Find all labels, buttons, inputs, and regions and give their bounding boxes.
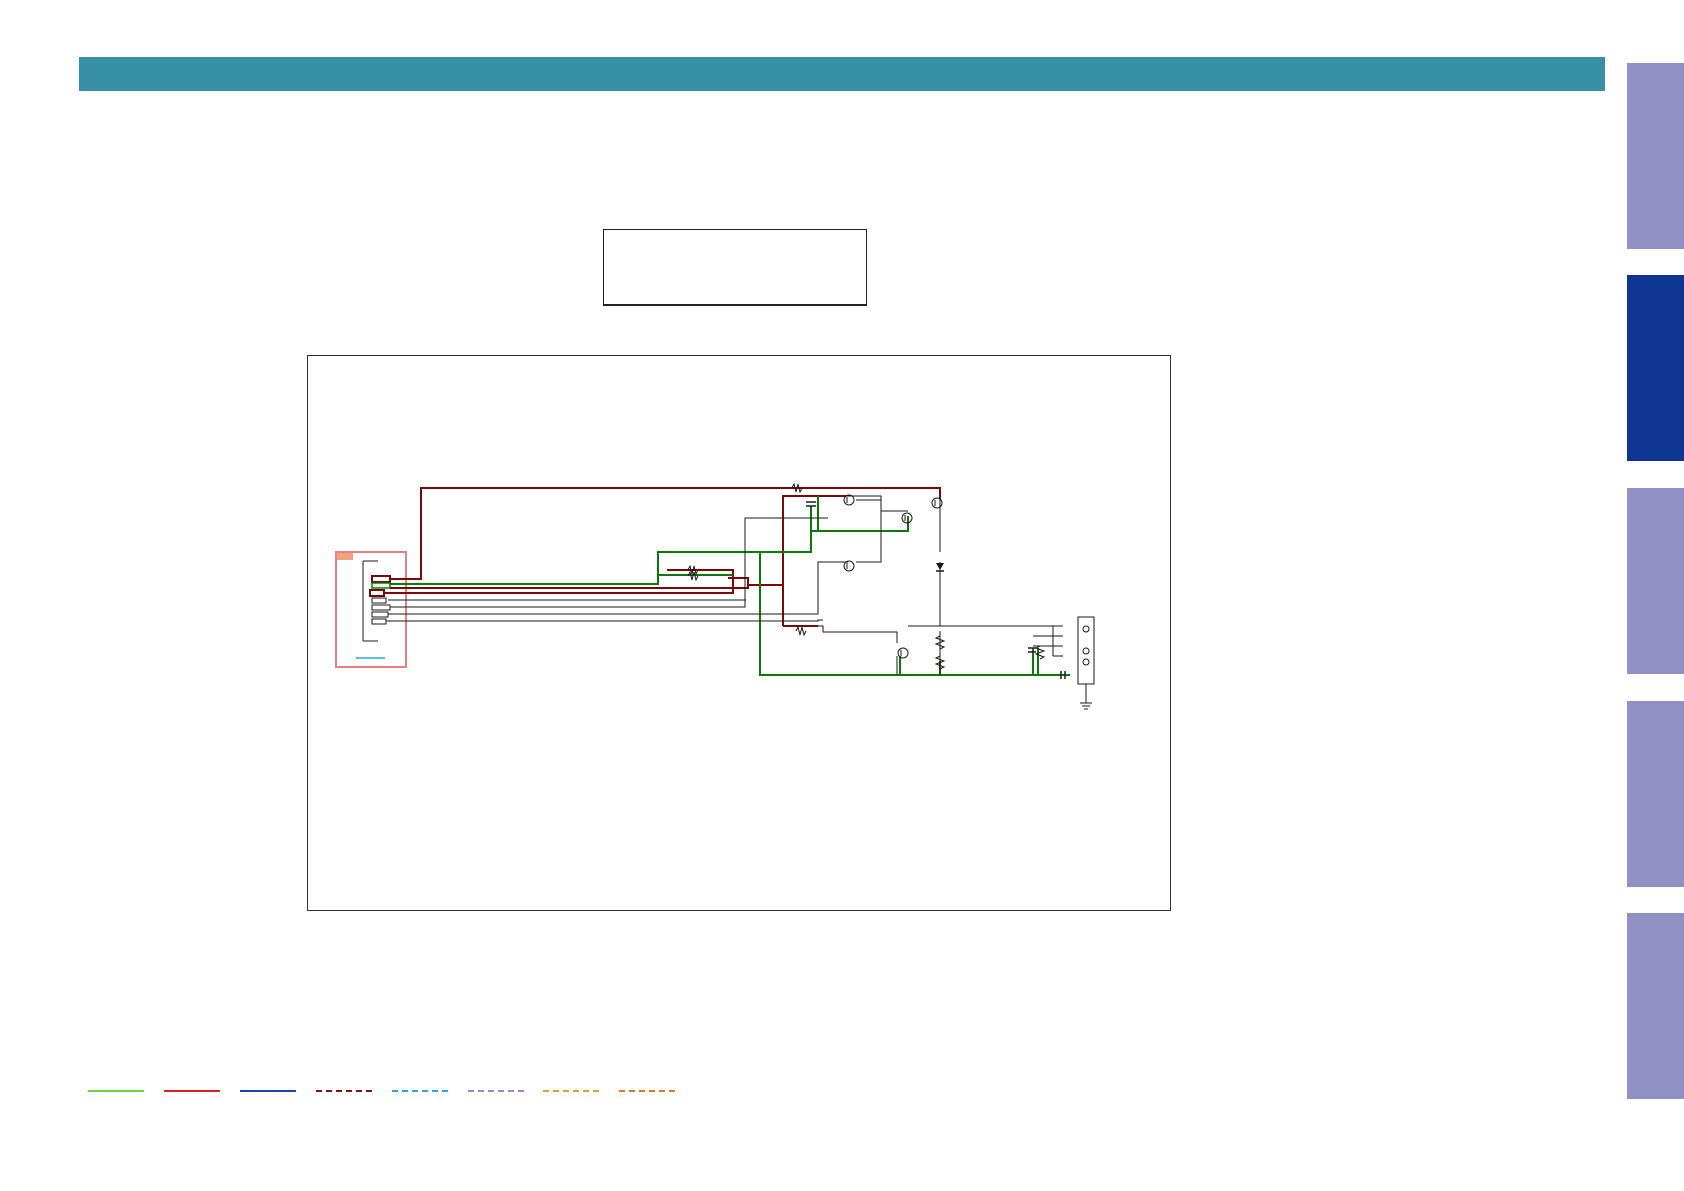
ground-traces	[390, 496, 1070, 676]
output-jack	[1077, 616, 1095, 710]
legend-red-solid	[164, 1090, 220, 1092]
transistors	[843, 494, 943, 659]
side-tab-4[interactable]	[1627, 701, 1684, 887]
legend-orange-dashed	[543, 1090, 599, 1092]
schematic-svg	[335, 482, 1095, 710]
side-tab-5[interactable]	[1627, 913, 1684, 1099]
legend-cyan-dashed	[392, 1090, 448, 1092]
legend-darkorange-dashed	[619, 1090, 675, 1092]
legend-blue-solid	[240, 1090, 296, 1092]
title-box	[603, 229, 867, 306]
connector-block	[335, 551, 407, 668]
header-bar	[79, 57, 1605, 91]
line-legend	[88, 1085, 688, 1097]
resistors	[687, 482, 1046, 670]
diode	[936, 563, 944, 572]
side-tab-3[interactable]	[1627, 488, 1684, 674]
legend-lavender-dashed	[468, 1090, 524, 1092]
legend-green-solid	[88, 1090, 144, 1092]
power-traces	[384, 487, 941, 627]
side-tab-2[interactable]	[1627, 275, 1684, 461]
schematic-diagram	[307, 355, 1171, 911]
capacitors	[806, 501, 1066, 679]
side-tab-1[interactable]	[1627, 63, 1684, 249]
signal-traces	[386, 495, 1063, 675]
legend-darkred-dashed	[316, 1090, 372, 1092]
